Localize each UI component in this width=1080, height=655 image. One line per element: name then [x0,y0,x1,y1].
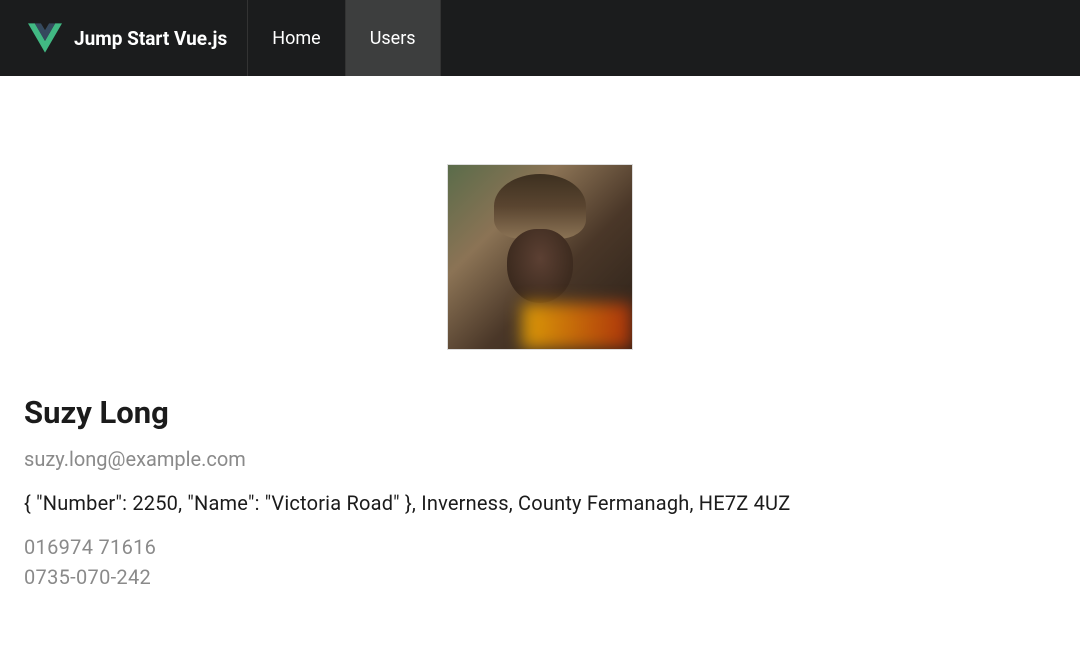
brand[interactable]: Jump Start Vue.js [0,0,248,76]
user-name: Suzy Long [24,394,1056,431]
navbar: Jump Start Vue.js Home Users [0,0,1080,76]
avatar-container [24,164,1056,354]
user-email: suzy.long@example.com [24,447,1056,471]
nav-item-users[interactable]: Users [346,0,441,76]
user-avatar [447,164,633,350]
brand-title: Jump Start Vue.js [74,27,227,50]
user-address: { "Number": 2250, "Name": "Victoria Road… [24,491,1056,515]
vue-logo-icon [28,21,62,55]
nav-item-home[interactable]: Home [248,0,345,76]
content: Suzy Long suzy.long@example.com { "Numbe… [0,76,1080,619]
user-phone-cell: 0735-070-242 [24,565,1056,589]
user-phone-primary: 016974 71616 [24,535,1056,559]
